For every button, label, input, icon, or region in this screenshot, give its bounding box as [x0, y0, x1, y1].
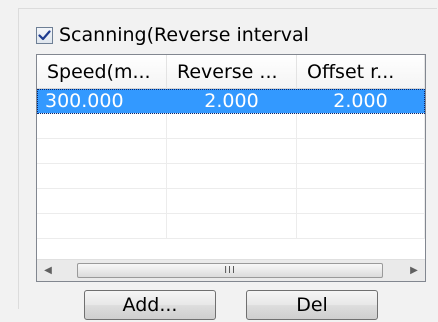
- cell-reverse: [167, 189, 297, 213]
- cell-offset: [297, 114, 425, 138]
- speed-reverse-offset-list[interactable]: Speed(m... Reverse ... Offset r... 300.0…: [36, 54, 426, 282]
- table-row[interactable]: 300.000 2.000 2.000: [37, 89, 425, 114]
- arrow-left-icon: ◀: [44, 265, 52, 276]
- table-row[interactable]: [37, 214, 425, 239]
- column-header-speed[interactable]: Speed(m...: [37, 55, 167, 89]
- cell-reverse: [167, 164, 297, 188]
- cell-speed: [37, 164, 167, 188]
- horizontal-scrollbar[interactable]: ◀ III ▶: [37, 259, 425, 281]
- scanning-reverse-interval-checkbox-row[interactable]: Scanning(Reverse interval: [36, 22, 313, 48]
- scan-settings-panel: Scanning(Reverse interval Speed(m... Rev…: [0, 0, 438, 322]
- cell-reverse: [167, 214, 297, 238]
- cell-offset: [297, 164, 425, 188]
- scroll-right-button[interactable]: ▶: [403, 260, 425, 281]
- column-header-reverse[interactable]: Reverse ...: [167, 55, 297, 89]
- scrollbar-grip-icon: III: [224, 264, 236, 276]
- cell-speed: [37, 139, 167, 163]
- cell-offset: [297, 214, 425, 238]
- table-row[interactable]: [37, 114, 425, 139]
- cell-speed: [37, 114, 167, 138]
- arrow-right-icon: ▶: [410, 265, 418, 276]
- add-button[interactable]: Add...: [84, 290, 216, 320]
- column-header-offset[interactable]: Offset r...: [297, 55, 425, 89]
- cell-offset: [297, 189, 425, 213]
- list-header: Speed(m... Reverse ... Offset r...: [37, 55, 425, 89]
- scroll-left-button[interactable]: ◀: [37, 260, 59, 281]
- list-rows: 300.000 2.000 2.000: [37, 89, 425, 239]
- cell-reverse: [167, 139, 297, 163]
- table-row[interactable]: [37, 164, 425, 189]
- cell-speed: [37, 214, 167, 238]
- cell-reverse: [167, 114, 297, 138]
- del-button[interactable]: Del: [246, 290, 378, 320]
- checkmark-icon: [38, 29, 51, 40]
- cell-speed: [37, 189, 167, 213]
- scanning-checkbox[interactable]: [36, 26, 53, 44]
- table-row[interactable]: [37, 189, 425, 214]
- cell-reverse: 2.000: [167, 89, 297, 113]
- cell-offset: 2.000: [297, 89, 425, 113]
- scanning-checkbox-label: Scanning(Reverse interval: [59, 24, 309, 46]
- scrollbar-thumb[interactable]: III: [77, 263, 383, 278]
- table-row[interactable]: [37, 139, 425, 164]
- cell-offset: [297, 139, 425, 163]
- cell-speed: 300.000: [37, 89, 167, 113]
